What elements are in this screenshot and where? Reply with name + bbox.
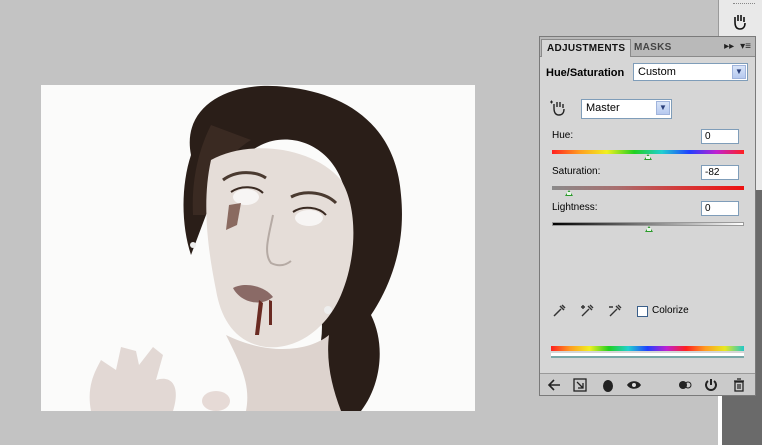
back-arrow-icon[interactable]	[546, 377, 562, 393]
input-color-bar	[551, 346, 744, 351]
colorize-label: Colorize	[652, 305, 689, 316]
hand-tool-icon[interactable]	[732, 13, 748, 31]
saturation-label: Saturation:	[552, 166, 601, 177]
eyedropper-tools	[550, 303, 624, 321]
panel-tab-bar: ADJUSTMENTS MASKS ▸▸ ▾≡	[540, 37, 755, 57]
chevron-down-icon: ▼	[656, 101, 670, 115]
output-color-bar	[551, 353, 744, 358]
hue-slider-thumb[interactable]	[644, 154, 652, 160]
saturation-slider[interactable]	[552, 186, 744, 196]
document-image[interactable]	[41, 85, 475, 411]
eyedropper-plus-icon[interactable]	[578, 303, 596, 321]
panel-menu-icon[interactable]: ▾≡	[740, 41, 751, 52]
hue-input[interactable]: 0	[701, 129, 739, 144]
panel-tabbar-controls: ▸▸ ▾≡	[724, 41, 751, 52]
tab-adjustments[interactable]: ADJUSTMENTS	[541, 39, 632, 57]
lightness-label: Lightness:	[552, 202, 598, 213]
colorize-checkbox[interactable]	[637, 306, 648, 317]
eyedropper-icon[interactable]	[550, 303, 568, 321]
reset-icon[interactable]	[703, 377, 719, 393]
expand-view-icon[interactable]	[572, 377, 588, 393]
clip-layer-icon[interactable]	[600, 377, 616, 393]
collapse-panel-icon[interactable]: ▸▸	[724, 41, 734, 52]
tab-masks[interactable]: MASKS	[629, 39, 677, 57]
trash-icon[interactable]	[731, 377, 747, 393]
channel-dropdown[interactable]: Master ▼	[581, 99, 672, 119]
chevron-down-icon: ▼	[732, 65, 746, 79]
channel-value: Master	[586, 102, 620, 114]
targeted-adjustment-hand-icon[interactable]	[548, 99, 568, 117]
eyedropper-minus-icon[interactable]	[606, 303, 624, 321]
lightness-input[interactable]: 0	[701, 201, 739, 216]
hue-label: Hue:	[552, 130, 574, 141]
lightness-slider-thumb[interactable]	[645, 226, 653, 232]
preset-value: Custom	[638, 66, 676, 78]
lightness-slider[interactable]	[552, 222, 744, 232]
saturation-input[interactable]: -82	[701, 165, 739, 180]
hue-slider[interactable]	[552, 150, 744, 160]
previous-state-icon[interactable]	[677, 377, 693, 393]
visibility-eye-icon[interactable]	[626, 377, 642, 393]
saturation-slider-thumb[interactable]	[565, 190, 573, 196]
portrait-photo	[41, 85, 475, 411]
dock-grip[interactable]	[733, 3, 755, 6]
adjustments-panel: ADJUSTMENTS MASKS ▸▸ ▾≡ Hue/Saturation C…	[539, 36, 756, 396]
panel-footer	[540, 373, 755, 395]
adjustment-title: Hue/Saturation	[546, 67, 625, 79]
preset-dropdown[interactable]: Custom ▼	[633, 63, 748, 81]
dock-header	[718, 0, 762, 40]
